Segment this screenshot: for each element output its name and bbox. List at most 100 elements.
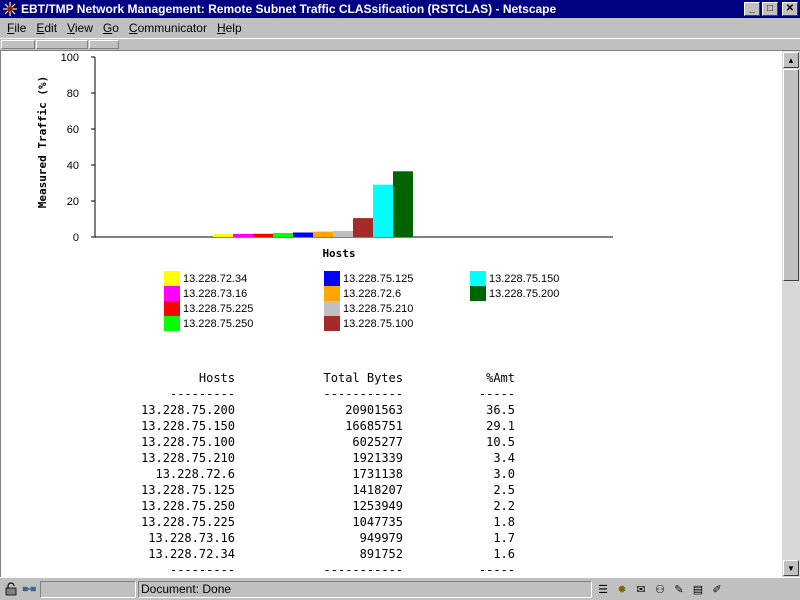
menu-file-label: ile (14, 21, 27, 35)
maximize-icon: □ (766, 3, 774, 14)
menu-help[interactable]: Help (212, 21, 247, 35)
menu-help-accel: H (216, 21, 226, 35)
y-tick-label: 0 (73, 232, 79, 244)
percent-amount-cell: 2.5 (493, 483, 515, 497)
collapsed-toolbars (0, 38, 800, 51)
browser-icon[interactable]: ✹ (614, 581, 630, 597)
composer-icon[interactable]: ✎ (671, 581, 687, 597)
traffic-bar-chart: 0 20 40 60 80 100 Hosts Measured Traffic (%) (36, 52, 613, 260)
menu-go-label: o (112, 21, 119, 35)
percent-amount-cell: 29.1 (486, 419, 515, 433)
toolbar-tab-navigation[interactable] (1, 40, 35, 49)
table-row: 13.228.75.250 1253949 2.2 (1, 499, 601, 515)
menu-go-accel: G (102, 21, 113, 35)
legend-label: 13.228.75.200 (489, 287, 560, 300)
maximize-button[interactable]: □ (762, 2, 778, 16)
total-bytes-cell: Total Bytes (323, 371, 403, 385)
percent-amount-cell: ----- (478, 387, 515, 401)
total-bytes-cell: ----------- (323, 387, 403, 401)
edit-page-icon[interactable]: ✐ (709, 581, 725, 597)
menu-communicator-accel: C (128, 21, 138, 35)
y-axis-title: Measured Traffic (%) (36, 76, 49, 208)
bar-13-228-75-200 (393, 171, 413, 237)
legend-item: 13.228.75.250 (164, 316, 253, 331)
menu-view[interactable]: View (62, 21, 98, 35)
total-bytes-cell: 1731138 (352, 467, 403, 481)
legend-swatch (324, 316, 340, 331)
title-bar[interactable]: EBT/TMP Network Management: Remote Subne… (0, 0, 800, 18)
menu-communicator-label: ommunicator (137, 21, 207, 35)
table-row: 13.228.72.6 1731138 3.0 (1, 467, 601, 483)
menu-communicator[interactable]: Communicator (124, 21, 212, 35)
bar-13-228-75-210 (333, 230, 353, 237)
y-tick-label: 40 (67, 160, 79, 172)
legend-swatch (164, 271, 180, 286)
host-cell: Hosts (198, 371, 235, 385)
percent-amount-cell: 1.7 (493, 531, 515, 545)
percent-amount-cell: 3.0 (493, 467, 515, 481)
mail-icon[interactable]: ✉ (633, 581, 649, 597)
address-book-icon[interactable]: ▤ (690, 581, 706, 597)
menu-edit-label: dit (44, 21, 58, 35)
vertical-scrollbar[interactable]: ▲ ▼ (782, 51, 800, 577)
total-bytes-cell: 16685751 (345, 419, 403, 433)
legend-item: 13.228.75.150 (470, 271, 559, 286)
total-bytes-cell: 1418207 (352, 483, 403, 497)
host-cell: --------- (169, 387, 235, 401)
total-bytes-cell: 949979 (359, 531, 403, 545)
legend-swatch (324, 286, 340, 301)
host-cell: 13.228.75.210 (141, 451, 235, 465)
percent-amount-cell: 2.2 (493, 499, 515, 513)
total-bytes-cell: 1047735 (352, 515, 403, 529)
host-cell: 13.228.75.100 (141, 435, 235, 449)
toolbar-tab-location[interactable] (36, 40, 88, 49)
bar-13-228-72-6 (313, 231, 333, 237)
security-lock-icon[interactable] (3, 581, 19, 597)
legend-swatch (324, 301, 340, 316)
percent-amount-cell: ----- (478, 563, 515, 577)
page-content: 0 20 40 60 80 100 Hosts Measured Traffic (%) 13… (0, 51, 782, 577)
percent-amount-cell: 1.6 (493, 547, 515, 561)
percent-amount-cell: 10.5 (486, 435, 515, 449)
scroll-down-button[interactable]: ▼ (783, 560, 799, 576)
percent-amount-cell: 1.8 (493, 515, 515, 529)
host-cell: 13.228.72.6 (155, 467, 235, 481)
netscape-icon[interactable] (2, 1, 18, 17)
legend-swatch (470, 286, 486, 301)
y-tick-label: 80 (67, 88, 79, 100)
host-cell: 13.228.75.125 (141, 483, 235, 497)
percent-amount-cell: 3.4 (493, 451, 515, 465)
table-row: 13.228.75.200 20901563 36.5 (1, 403, 601, 419)
minimize-icon: _ (749, 3, 755, 14)
arrow-down-icon: ▼ (787, 563, 795, 573)
legend-item: 13.228.72.6 (324, 286, 413, 301)
legend-label: 13.228.73.16 (183, 287, 248, 300)
table-row: 13.228.72.34 891752 1.6 (1, 547, 601, 563)
bar-13-228-75-250 (273, 233, 293, 237)
close-button[interactable]: ✕ (782, 2, 798, 16)
menu-edit[interactable]: Edit (31, 21, 62, 35)
discussions-icon[interactable]: ⚇ (652, 581, 668, 597)
menu-go[interactable]: Go (98, 21, 124, 35)
host-cell: 13.228.75.250 (141, 499, 235, 513)
scroll-thumb[interactable] (783, 69, 799, 281)
legend-label: 13.228.75.125 (343, 272, 414, 285)
navigator-icon[interactable]: ☰ (595, 581, 611, 597)
legend-swatch (164, 316, 180, 331)
scroll-up-button[interactable]: ▲ (783, 52, 799, 68)
y-tick-label: 20 (67, 196, 79, 208)
menu-file[interactable]: File (2, 21, 31, 35)
legend-swatch (324, 271, 340, 286)
y-tick-label: 100 (61, 52, 79, 64)
toolbar-tab-personal[interactable] (89, 40, 119, 49)
bar-13-228-72-34 (213, 234, 233, 237)
table-rule-row: --------- ----------- ----- (1, 387, 601, 403)
table-header-row: Hosts Total Bytes %Amt (1, 371, 601, 387)
table-row: 13.228.75.150 16685751 29.1 (1, 419, 601, 435)
x-axis-title: Hosts (322, 247, 355, 260)
minimize-button[interactable]: _ (744, 2, 760, 16)
legend-swatch (470, 271, 486, 286)
connection-plug-icon (22, 581, 38, 597)
bar-13-228-75-150 (373, 184, 393, 237)
y-tick-label: 60 (67, 124, 79, 136)
